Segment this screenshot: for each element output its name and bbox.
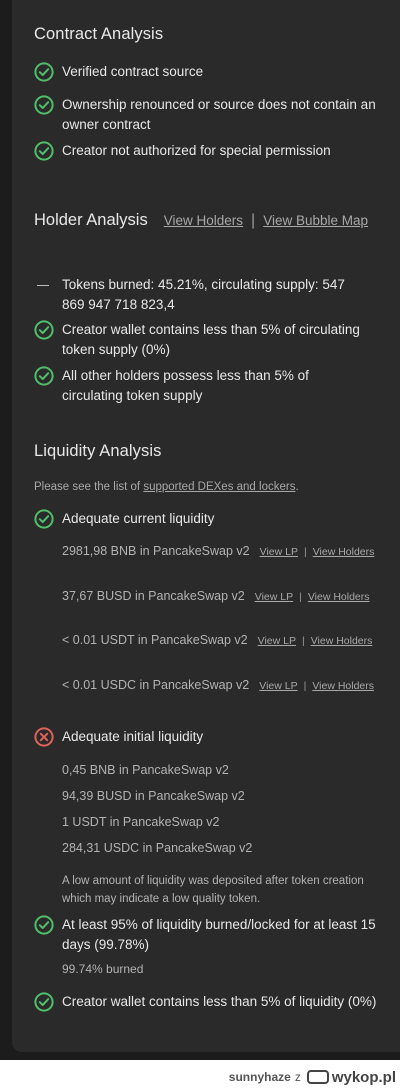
check-circle-icon [34, 992, 54, 1012]
contract-item-verified: Verified contract source [34, 62, 390, 82]
contract-analysis-title: Contract Analysis [34, 25, 164, 43]
view-lp-link[interactable]: View LP [260, 546, 298, 558]
x-circle-icon [34, 727, 54, 747]
view-holders-link[interactable]: View Holders [308, 591, 370, 603]
liquidity-current-text: Adequate current liquidity [62, 511, 215, 526]
check-circle-icon [34, 320, 54, 340]
brand-text: wykop.pl [331, 1068, 396, 1086]
holder-analysis-header: Holder Analysis View Holders | View Bubble … [34, 208, 374, 233]
pool-row: < 0.01 USDT in PancakeSwap v2 View LP | Vie… [62, 633, 373, 647]
liquidity-burned-text: At least 95% of liquidity burned/locked … [62, 917, 376, 952]
contract-item-text: Creator not authorized for special permi… [62, 143, 331, 158]
initial-pool-row: 1 USDT in PancakeSwap v2 [62, 815, 220, 829]
view-lp-link[interactable]: View LP [255, 591, 293, 603]
check-circle-icon [34, 62, 54, 82]
pool-row: 2981,98 BNB in PancakeSwap v2 View LP | Vie… [62, 544, 375, 558]
view-lp-link[interactable]: View LP [259, 680, 297, 692]
liquidity-note: Please see the list of supported DEXes a… [34, 479, 299, 495]
holder-item-creator: Creator wallet contains less than 5% of … [34, 320, 390, 360]
view-holders-link[interactable]: View Holders [312, 680, 374, 692]
contract-item-text: Verified contract source [62, 64, 204, 79]
burned-percent: 99.74% burned [62, 962, 144, 976]
view-holders-link[interactable]: View Holders [164, 213, 243, 228]
check-circle-icon [34, 141, 54, 161]
pool-row: 37,67 BUSD in PancakeSwap v2 View LP | View… [62, 589, 370, 603]
initial-pool-row: 284,31 USDC in PancakeSwap v2 [62, 841, 253, 855]
footer-user: sunnyhaze [228, 1070, 291, 1084]
liquidity-burned: At least 95% of liquidity burned/locked … [34, 915, 390, 955]
initial-liquidity-warning: A low amount of liquidity was deposited … [62, 875, 364, 905]
holder-item-text: All other holders possess less than 5% o… [62, 368, 309, 403]
footer-z: z [294, 1070, 301, 1084]
liquidity-creator: Creator wallet contains less than 5% of … [34, 992, 390, 1012]
holder-item-text: Creator wallet contains less than 5% of … [62, 322, 360, 357]
check-circle-icon [34, 95, 54, 115]
view-holders-link[interactable]: View Holders [311, 635, 373, 647]
liquidity-current: Adequate current liquidity [34, 509, 390, 529]
view-bubble-map-link[interactable]: View Bubble Map [263, 213, 368, 228]
check-circle-icon [34, 915, 54, 935]
wykop-brand: wykop.pl [306, 1068, 396, 1086]
view-lp-link[interactable]: View LP [258, 635, 296, 647]
note-prefix: Please see the list of [34, 481, 144, 493]
wykop-logo-icon [306, 1070, 329, 1084]
initial-pool-row: 0,45 BNB in PancakeSwap v2 [62, 763, 229, 777]
dash-icon [34, 275, 54, 295]
liquidity-initial: Adequate initial liquidity [34, 727, 390, 747]
supported-dexes-link[interactable]: supported DEXes and lockers [143, 481, 295, 493]
liquidity-analysis-title: Liquidity Analysis [34, 442, 162, 460]
pool-text: 2981,98 BNB in PancakeSwap v2 [62, 544, 250, 558]
holder-analysis-title: Holder Analysis [34, 211, 148, 229]
holder-item-text: Tokens burned: 45.21%, circulating suppl… [62, 277, 345, 312]
contract-item-ownership: Ownership renounced or source does not c… [34, 95, 390, 135]
holder-item-burned: Tokens burned: 45.21%, circulating suppl… [34, 275, 390, 315]
check-circle-icon [34, 509, 54, 529]
pool-text: < 0.01 USDC in PancakeSwap v2 [62, 678, 250, 692]
holder-item-others: All other holders possess less than 5% o… [34, 366, 390, 406]
contract-item-creator: Creator not authorized for special permi… [34, 141, 390, 161]
pool-text: 37,67 BUSD in PancakeSwap v2 [62, 589, 245, 603]
separator: | [251, 212, 256, 229]
watermark-footer: sunnyhaze z wykop.pl [0, 1066, 400, 1088]
note-suffix: . [295, 481, 299, 493]
liquidity-initial-text: Adequate initial liquidity [62, 729, 204, 744]
liquidity-creator-text: Creator wallet contains less than 5% of … [62, 994, 377, 1009]
view-holders-link[interactable]: View Holders [313, 546, 375, 558]
pool-text: < 0.01 USDT in PancakeSwap v2 [62, 633, 248, 647]
initial-pool-row: 94,39 BUSD in PancakeSwap v2 [62, 789, 245, 803]
contract-item-text: Ownership renounced or source does not c… [62, 97, 376, 132]
check-circle-icon [34, 366, 54, 386]
pool-row: < 0.01 USDC in PancakeSwap v2 View LP | Vie… [62, 678, 375, 692]
